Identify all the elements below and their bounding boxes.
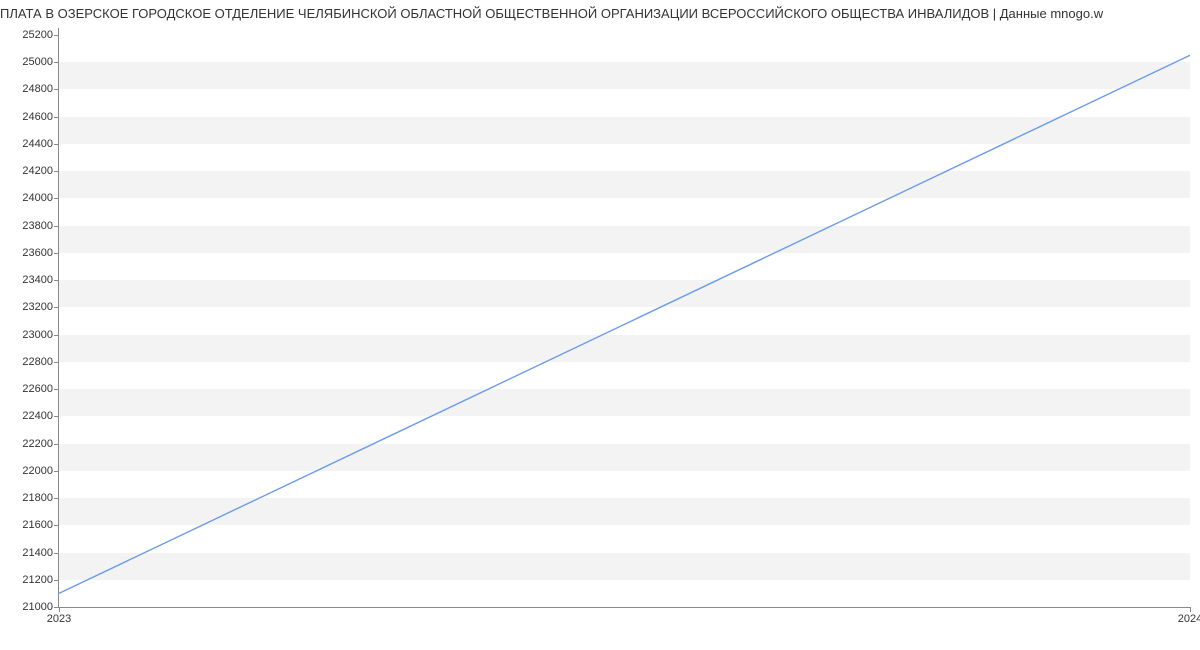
- y-tick-mark: [54, 553, 59, 554]
- chart-title: ПЛАТА В ОЗЕРСКОЕ ГОРОДСКОЕ ОТДЕЛЕНИЕ ЧЕЛ…: [0, 0, 1200, 25]
- y-tick-label: 24000: [22, 192, 53, 204]
- x-tick-mark: [1190, 607, 1191, 612]
- y-tick-mark: [54, 89, 59, 90]
- chart-container: ПЛАТА В ОЗЕРСКОЕ ГОРОДСКОЕ ОТДЕЛЕНИЕ ЧЕЛ…: [0, 0, 1200, 650]
- y-tick-mark: [54, 525, 59, 526]
- y-tick-label: 23400: [22, 274, 53, 286]
- y-tick-mark: [54, 280, 59, 281]
- x-tick-label: 2023: [47, 613, 71, 625]
- y-tick-label: 24800: [22, 83, 53, 95]
- y-tick-label: 21600: [22, 519, 53, 531]
- y-tick-label: 24600: [22, 111, 53, 123]
- y-tick-label: 21000: [22, 601, 53, 613]
- y-tick-label: 21400: [22, 547, 53, 559]
- y-tick-label: 24400: [22, 138, 53, 150]
- data-line: [59, 55, 1190, 593]
- y-tick-label: 23200: [22, 301, 53, 313]
- y-tick-label: 22800: [22, 356, 53, 368]
- y-tick-mark: [54, 307, 59, 308]
- y-tick-label: 22600: [22, 383, 53, 395]
- y-tick-mark: [54, 444, 59, 445]
- y-tick-mark: [54, 471, 59, 472]
- y-tick-label: 21800: [22, 492, 53, 504]
- y-tick-mark: [54, 362, 59, 363]
- y-tick-mark: [54, 117, 59, 118]
- y-tick-label: 23800: [22, 220, 53, 232]
- y-tick-mark: [54, 226, 59, 227]
- plot-area: 2100021200214002160021800220002220022400…: [58, 28, 1190, 608]
- x-tick-label: 2024: [1178, 613, 1200, 625]
- y-tick-mark: [54, 144, 59, 145]
- x-tick-mark: [59, 607, 60, 612]
- y-tick-mark: [54, 498, 59, 499]
- y-tick-label: 23000: [22, 329, 53, 341]
- y-tick-label: 25200: [22, 29, 53, 41]
- y-tick-label: 21200: [22, 574, 53, 586]
- y-tick-mark: [54, 580, 59, 581]
- y-tick-label: 25000: [22, 56, 53, 68]
- y-tick-mark: [54, 335, 59, 336]
- y-tick-label: 24200: [22, 165, 53, 177]
- y-tick-mark: [54, 198, 59, 199]
- y-tick-mark: [54, 389, 59, 390]
- y-tick-mark: [54, 35, 59, 36]
- y-tick-label: 22000: [22, 465, 53, 477]
- y-tick-label: 22200: [22, 438, 53, 450]
- y-tick-label: 22400: [22, 410, 53, 422]
- y-tick-mark: [54, 253, 59, 254]
- line-series: [59, 28, 1190, 607]
- y-tick-label: 23600: [22, 247, 53, 259]
- y-tick-mark: [54, 62, 59, 63]
- y-tick-mark: [54, 416, 59, 417]
- y-tick-mark: [54, 171, 59, 172]
